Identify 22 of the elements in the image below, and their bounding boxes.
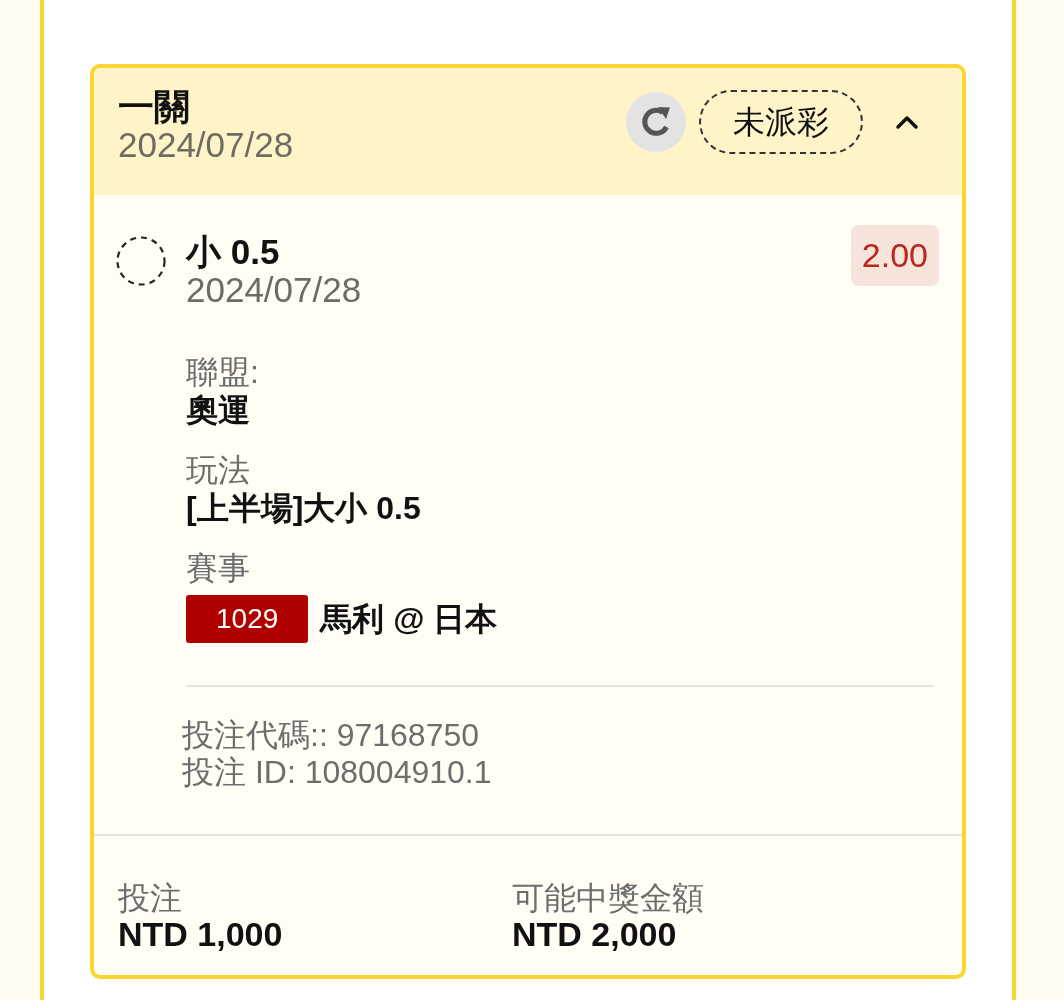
reference-text: 投注代碼:: 97168750 bbox=[182, 717, 481, 754]
summary-label: 投注 bbox=[118, 880, 183, 916]
detail-label: 玩法 bbox=[186, 451, 251, 489]
selection-date: 2024/07/28 bbox=[186, 271, 363, 309]
status-tag: 未派彩 bbox=[699, 90, 863, 154]
summary-value: NTD 2,000 bbox=[512, 916, 678, 952]
detail-value: [上半場]大小 0.5 bbox=[186, 489, 422, 527]
summary-label: 可能中獎金額 bbox=[512, 880, 705, 916]
reference-text: 投注 ID: 108004910.1 bbox=[182, 754, 493, 791]
match-number: 1029 bbox=[186, 595, 309, 643]
caret-up-icon[interactable] bbox=[895, 114, 919, 130]
selection-name: 小 0.5 bbox=[186, 233, 281, 271]
dashed-circle-icon bbox=[116, 236, 166, 286]
match-teams: 馬利 @ 日本 bbox=[320, 600, 498, 638]
odds-value: 2.00 bbox=[850, 225, 939, 286]
detail-value: 奧運 bbox=[186, 391, 251, 429]
bet-title: 一關 bbox=[118, 88, 191, 126]
summary-value: NTD 1,000 bbox=[118, 916, 284, 952]
detail-label: 聯盟: bbox=[186, 353, 260, 391]
detail-label: 賽事 bbox=[186, 549, 251, 587]
bet-date: 2024/07/28 bbox=[118, 126, 294, 164]
refresh-icon[interactable] bbox=[626, 92, 686, 152]
